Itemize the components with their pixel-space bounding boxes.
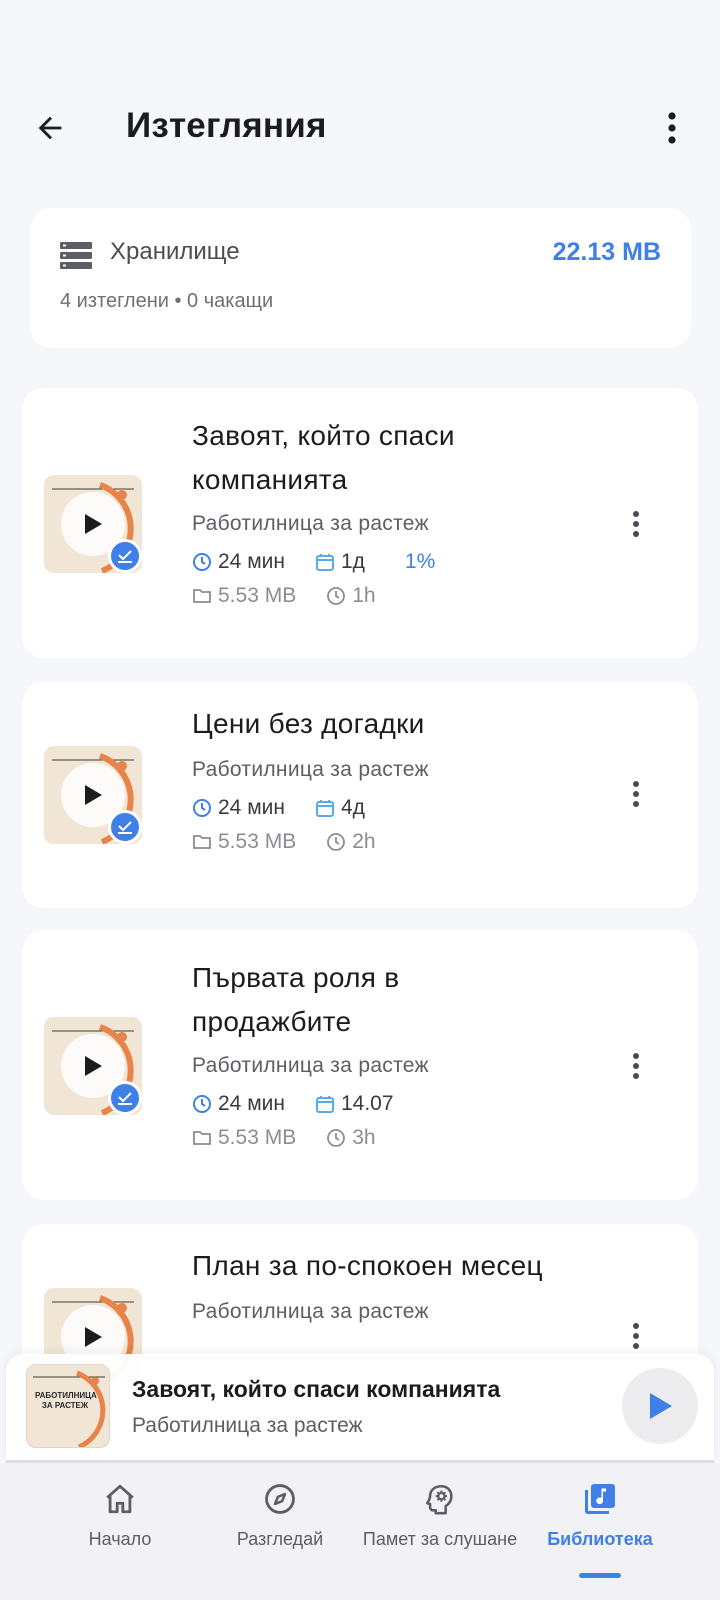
episode-meta: 24 мин 14.07	[192, 1092, 424, 1116]
clock-icon	[327, 1129, 346, 1147]
compass-icon	[265, 1484, 295, 1514]
episode-more-button[interactable]	[624, 774, 648, 814]
episode-downloaded-ago: 3h	[352, 1126, 376, 1149]
calendar-icon	[315, 554, 334, 571]
nav-item-listening-memory[interactable]: Памет за слушане	[350, 1479, 530, 1579]
clock-icon	[193, 1095, 211, 1113]
episode-downloaded-ago: 1h	[352, 584, 376, 607]
more-vertical-icon	[633, 781, 639, 807]
episode-show: Работилница за растеж	[192, 512, 429, 535]
downloaded-badge	[108, 810, 142, 844]
mini-player[interactable]: РАБОТИЛНИЦА ЗА РАСТЕЖ Завоят, който спас…	[6, 1354, 714, 1462]
app-header: Изтегляния	[0, 88, 720, 168]
episode-file-size: 5.53 MB	[218, 1126, 297, 1149]
calendar-icon	[315, 800, 334, 817]
mini-player-show: Работилница за растеж	[132, 1414, 363, 1437]
episode-file-meta: 5.53 MB 3h	[192, 1126, 406, 1150]
storage-size: 22.13 MB	[552, 238, 661, 266]
play-icon	[85, 785, 102, 805]
episode-meta: 24 мин 1д 1%	[192, 550, 465, 574]
episode-title: Завоят, който спаси компанията	[192, 420, 455, 495]
play-icon	[85, 1327, 102, 1347]
library-icon	[585, 1484, 615, 1514]
nav-label: Начало	[88, 1529, 152, 1549]
more-vertical-icon	[633, 1053, 639, 1079]
back-button[interactable]	[26, 104, 74, 152]
clock-icon	[327, 833, 346, 851]
episode-title: План за по-спокоен месец	[192, 1250, 543, 1281]
cover-art-text: РАБОТИЛНИЦА ЗА РАСТЕЖ	[35, 1391, 97, 1410]
nav-item-library[interactable]: Библиотека	[510, 1479, 690, 1579]
page-title: Изтегляния	[126, 106, 327, 145]
episode-more-button[interactable]	[624, 504, 648, 544]
bottom-navigation: Начало Разгледай Памет за слушане Библио…	[0, 1463, 720, 1600]
clock-icon	[193, 799, 211, 817]
nav-item-home[interactable]: Начало	[30, 1479, 210, 1579]
episode-show: Работилница за растеж	[192, 1054, 429, 1077]
download-check-icon	[118, 1092, 132, 1105]
play-icon	[650, 1393, 672, 1419]
episode-file-size: 5.53 MB	[218, 830, 297, 853]
episode-card[interactable]: Завоят, който спаси компанията Работилни…	[22, 388, 698, 658]
storage-card: Хранилище 22.13 MB 4 изтеглени • 0 чакащ…	[30, 208, 691, 348]
storage-label: Хранилище	[110, 238, 240, 265]
storage-icon	[60, 242, 92, 269]
episode-show: Работилница за растеж	[192, 1300, 429, 1323]
episode-date: 14.07	[340, 1092, 394, 1115]
episode-duration: 24 мин	[218, 550, 285, 573]
arrow-left-icon	[38, 116, 62, 140]
mini-player-play-button[interactable]	[622, 1368, 698, 1444]
storage-summary: 4 изтеглени • 0 чакащи	[60, 290, 274, 312]
download-check-icon	[118, 821, 132, 834]
episode-progress: 1%	[404, 550, 436, 573]
episode-title: Цени без догадки	[192, 708, 425, 739]
home-icon	[106, 1484, 134, 1514]
brain-icon	[425, 1484, 453, 1515]
episode-duration: 24 мин	[218, 796, 285, 819]
more-vertical-icon	[633, 511, 639, 537]
download-check-icon	[118, 550, 132, 563]
more-vertical-icon	[633, 1323, 639, 1349]
episode-card[interactable]: Първата роля в продажбите Работилница за…	[22, 930, 698, 1200]
clock-icon	[193, 553, 211, 571]
nav-label: Библиотека	[547, 1529, 653, 1549]
more-vertical-icon	[668, 112, 676, 144]
episode-date: 4д	[340, 796, 365, 819]
episode-thumbnail[interactable]	[44, 1017, 142, 1115]
episode-file-size: 5.53 MB	[218, 584, 297, 607]
downloaded-badge	[108, 1081, 142, 1115]
downloaded-badge	[108, 539, 142, 573]
active-indicator	[579, 1573, 621, 1578]
mini-player-artwork: РАБОТИЛНИЦА ЗА РАСТЕЖ	[26, 1364, 110, 1448]
clock-icon	[327, 587, 346, 605]
folder-icon	[193, 1131, 211, 1145]
play-icon	[85, 514, 102, 534]
episode-thumbnail[interactable]	[44, 746, 142, 844]
play-icon	[85, 1056, 102, 1076]
episode-file-meta: 5.53 MB 1h	[192, 584, 406, 608]
episode-file-meta: 5.53 MB 2h	[192, 830, 406, 854]
nav-label: Разгледай	[236, 1529, 324, 1549]
nav-item-explore[interactable]: Разгледай	[190, 1479, 370, 1579]
calendar-icon	[315, 1096, 334, 1113]
episode-card[interactable]: Цени без догадки Работилница за растеж 2…	[22, 682, 698, 908]
episode-thumbnail[interactable]	[44, 475, 142, 573]
episode-meta: 24 мин 4д	[192, 796, 395, 820]
episode-more-button[interactable]	[624, 1046, 648, 1086]
episode-downloaded-ago: 2h	[352, 830, 376, 853]
episode-date: 1д	[340, 550, 365, 573]
episode-more-button[interactable]	[624, 1316, 648, 1356]
mini-player-title: Завоят, който спаси компанията	[132, 1376, 501, 1402]
episode-title: Първата роля в продажбите	[192, 962, 400, 1037]
nav-label: Памет за слушане	[362, 1529, 518, 1549]
folder-icon	[193, 835, 211, 849]
episode-duration: 24 мин	[218, 1092, 285, 1115]
episode-show: Работилница за растеж	[192, 758, 429, 781]
overflow-menu-button[interactable]	[654, 104, 690, 152]
folder-icon	[193, 589, 211, 603]
